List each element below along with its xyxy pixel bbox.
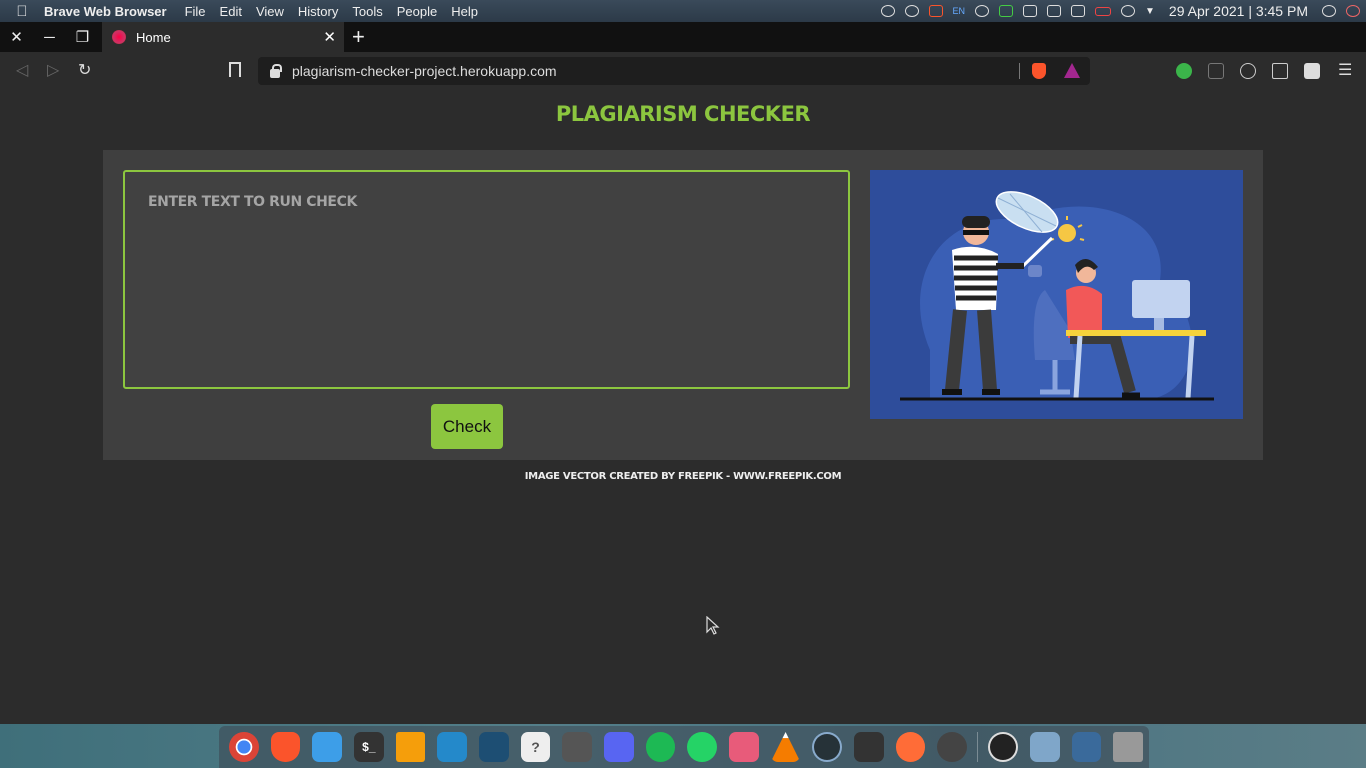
- text-input[interactable]: [123, 170, 850, 389]
- tab-title: Home: [136, 29, 171, 45]
- reload-icon[interactable]: ↻: [78, 60, 91, 80]
- extensions-puzzle-icon[interactable]: [1304, 63, 1320, 79]
- editor-icon[interactable]: [1071, 732, 1102, 762]
- panel-icon[interactable]: [1047, 5, 1062, 17]
- tab-close-icon[interactable]: ✕: [323, 28, 336, 46]
- whatsapp-icon[interactable]: [687, 732, 718, 762]
- window-maximize-icon[interactable]: ❐: [66, 22, 99, 52]
- new-tab-icon[interactable]: +: [352, 24, 365, 50]
- menu-file[interactable]: File: [185, 4, 206, 19]
- window-minimize-icon[interactable]: ─: [33, 22, 66, 52]
- address-bar[interactable]: plagiarism-checker-project.herokuapp.com: [258, 57, 1090, 85]
- dropdown-arrow-icon[interactable]: ▼: [1145, 6, 1155, 17]
- keyboard-language[interactable]: EN: [953, 6, 966, 16]
- files-icon[interactable]: [312, 732, 343, 762]
- url-text[interactable]: plagiarism-checker-project.herokuapp.com: [292, 63, 557, 79]
- volume-icon[interactable]: [1071, 5, 1086, 17]
- brave-shields-icon[interactable]: [1032, 63, 1046, 79]
- drop-icon[interactable]: [880, 5, 895, 17]
- equalizer-icon[interactable]: [937, 732, 968, 762]
- system-monitor-icon[interactable]: [854, 732, 884, 762]
- copy-icon[interactable]: [1023, 5, 1038, 17]
- extension-formula-icon[interactable]: [1208, 63, 1224, 79]
- spotify-icon[interactable]: [645, 732, 676, 762]
- menu-edit[interactable]: Edit: [220, 4, 242, 19]
- system-tray: EN ▼ 29 Apr 2021 | 3:45 PM: [880, 0, 1360, 22]
- obs-icon[interactable]: [988, 732, 1018, 762]
- disk-usage-icon[interactable]: [812, 732, 843, 762]
- page-content: PLAGIARISM CHECKER Check: [0, 90, 1366, 724]
- system-menubar:  Brave Web Browser File Edit View Histo…: [0, 0, 1366, 22]
- wifi-icon[interactable]: [1121, 5, 1136, 17]
- menu-help[interactable]: Help: [451, 4, 478, 19]
- brave-tray-icon[interactable]: [928, 5, 943, 17]
- dock-separator: [977, 732, 979, 762]
- active-app-name[interactable]: Brave Web Browser: [44, 4, 167, 19]
- menu-people[interactable]: People: [397, 4, 437, 19]
- webcam-icon[interactable]: [1029, 732, 1060, 762]
- trash-icon[interactable]: [1113, 732, 1143, 762]
- sync-icon[interactable]: [975, 5, 990, 17]
- terminal-icon[interactable]: $_: [354, 732, 384, 762]
- lock-icon[interactable]: [270, 63, 282, 78]
- record-icon[interactable]: [904, 5, 919, 17]
- clipboard-icon[interactable]: [999, 5, 1014, 17]
- extension-green-icon[interactable]: [1176, 63, 1192, 79]
- sublime-icon[interactable]: [395, 732, 426, 762]
- notification-bell-icon[interactable]: [1346, 5, 1360, 17]
- bookmark-icon[interactable]: [229, 62, 241, 77]
- back-icon[interactable]: ◁: [16, 60, 28, 80]
- forward-icon[interactable]: ▷: [47, 60, 59, 80]
- calculator-icon[interactable]: [562, 732, 593, 762]
- unknown-app-icon[interactable]: ?: [520, 732, 551, 762]
- tab-home[interactable]: Home ✕: [102, 22, 344, 52]
- battery-icon[interactable]: [1095, 6, 1112, 16]
- chrome-icon[interactable]: [229, 732, 259, 762]
- react-devtools-icon[interactable]: [1240, 63, 1256, 79]
- url-divider: [1019, 63, 1020, 79]
- vlc-icon[interactable]: [770, 732, 801, 762]
- window-close-icon[interactable]: ✕: [0, 22, 33, 52]
- site-favicon-icon: [112, 30, 126, 44]
- page-title: PLAGIARISM CHECKER: [555, 102, 811, 126]
- check-button[interactable]: Check: [431, 404, 503, 449]
- discord-icon[interactable]: [604, 732, 634, 762]
- browser-menu-icon[interactable]: ☰: [1338, 60, 1352, 80]
- menu-history[interactable]: History: [298, 4, 338, 19]
- plagiarism-illustration: [870, 170, 1243, 419]
- search-icon[interactable]: [1322, 5, 1336, 17]
- screenshot-icon[interactable]: [729, 732, 759, 762]
- image-credit[interactable]: IMAGE VECTOR CREATED BY FREEPIK - WWW.FR…: [0, 471, 1366, 482]
- brave-rewards-icon[interactable]: [1064, 63, 1080, 78]
- tab-strip: ✕ ─ ❐ Home ✕ +: [0, 22, 1366, 52]
- browser-toolbar: ◁ ▷ ↻ plagiarism-checker-project.herokua…: [0, 52, 1366, 90]
- checker-panel: Check: [103, 150, 1263, 460]
- menu-view[interactable]: View: [256, 4, 284, 19]
- apple-menu-icon[interactable]: : [0, 3, 44, 20]
- postman-icon[interactable]: [895, 732, 926, 762]
- clock[interactable]: 29 Apr 2021 | 3:45 PM: [1169, 3, 1308, 19]
- mouse-cursor-icon: [706, 616, 720, 635]
- brave-icon[interactable]: [270, 732, 301, 762]
- mysql-workbench-icon[interactable]: [479, 732, 509, 762]
- dock: $_ ?: [219, 726, 1149, 768]
- translate-icon[interactable]: [1272, 63, 1288, 79]
- menu-tools[interactable]: Tools: [352, 4, 382, 19]
- vscode-icon[interactable]: [437, 732, 468, 762]
